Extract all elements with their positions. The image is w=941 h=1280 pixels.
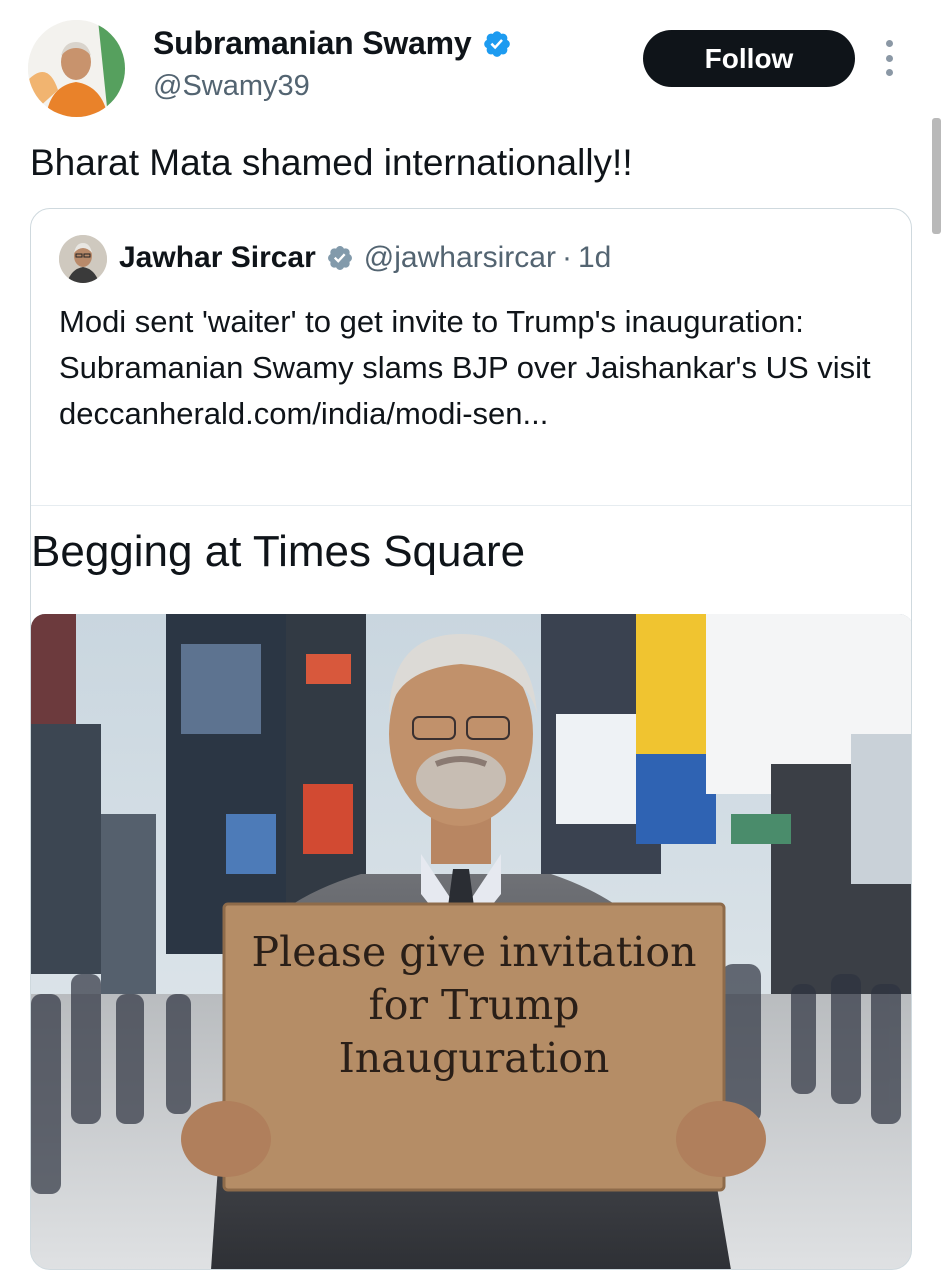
quoted-post-text: Modi sent 'waiter' to get invite to Trum… [59, 304, 871, 431]
sign-line-2: for Trump [369, 981, 580, 1029]
author-name-text: Subramanian Swamy [153, 25, 472, 61]
post-text: Bharat Mata shamed internationally!! [30, 142, 633, 183]
scrollbar[interactable] [932, 118, 941, 234]
quoted-author-name[interactable]: Jawhar Sircar [119, 241, 316, 275]
quoted-post-time[interactable]: 1d [578, 241, 611, 275]
image-caption: Begging at Times Square [31, 527, 526, 576]
quoted-author-avatar[interactable] [59, 235, 107, 283]
verified-badge-icon [483, 30, 510, 57]
divider [31, 505, 911, 506]
post-image[interactable]: Please give invitation for Trump Inaugur… [31, 614, 911, 1269]
author-name[interactable]: Subramanian Swamy [153, 25, 512, 62]
author-handle[interactable]: @Swamy39 [153, 70, 310, 103]
follow-button[interactable]: Follow [643, 30, 855, 87]
verified-badge-icon [327, 246, 352, 270]
author-avatar[interactable] [28, 20, 125, 117]
quoted-author-handle[interactable]: @jawharsircar [364, 241, 556, 275]
sign-line-3: Inauguration [339, 1034, 610, 1082]
quoted-post-card[interactable]: Jawhar Sircar @jawharsircar · 1d Modi se… [30, 208, 912, 1270]
quoted-post-header: Jawhar Sircar @jawharsircar · 1d [119, 241, 611, 275]
sign-line-1: Please give invitation [252, 928, 697, 976]
separator-dot: · [561, 241, 572, 274]
more-options-icon[interactable] [882, 40, 896, 76]
